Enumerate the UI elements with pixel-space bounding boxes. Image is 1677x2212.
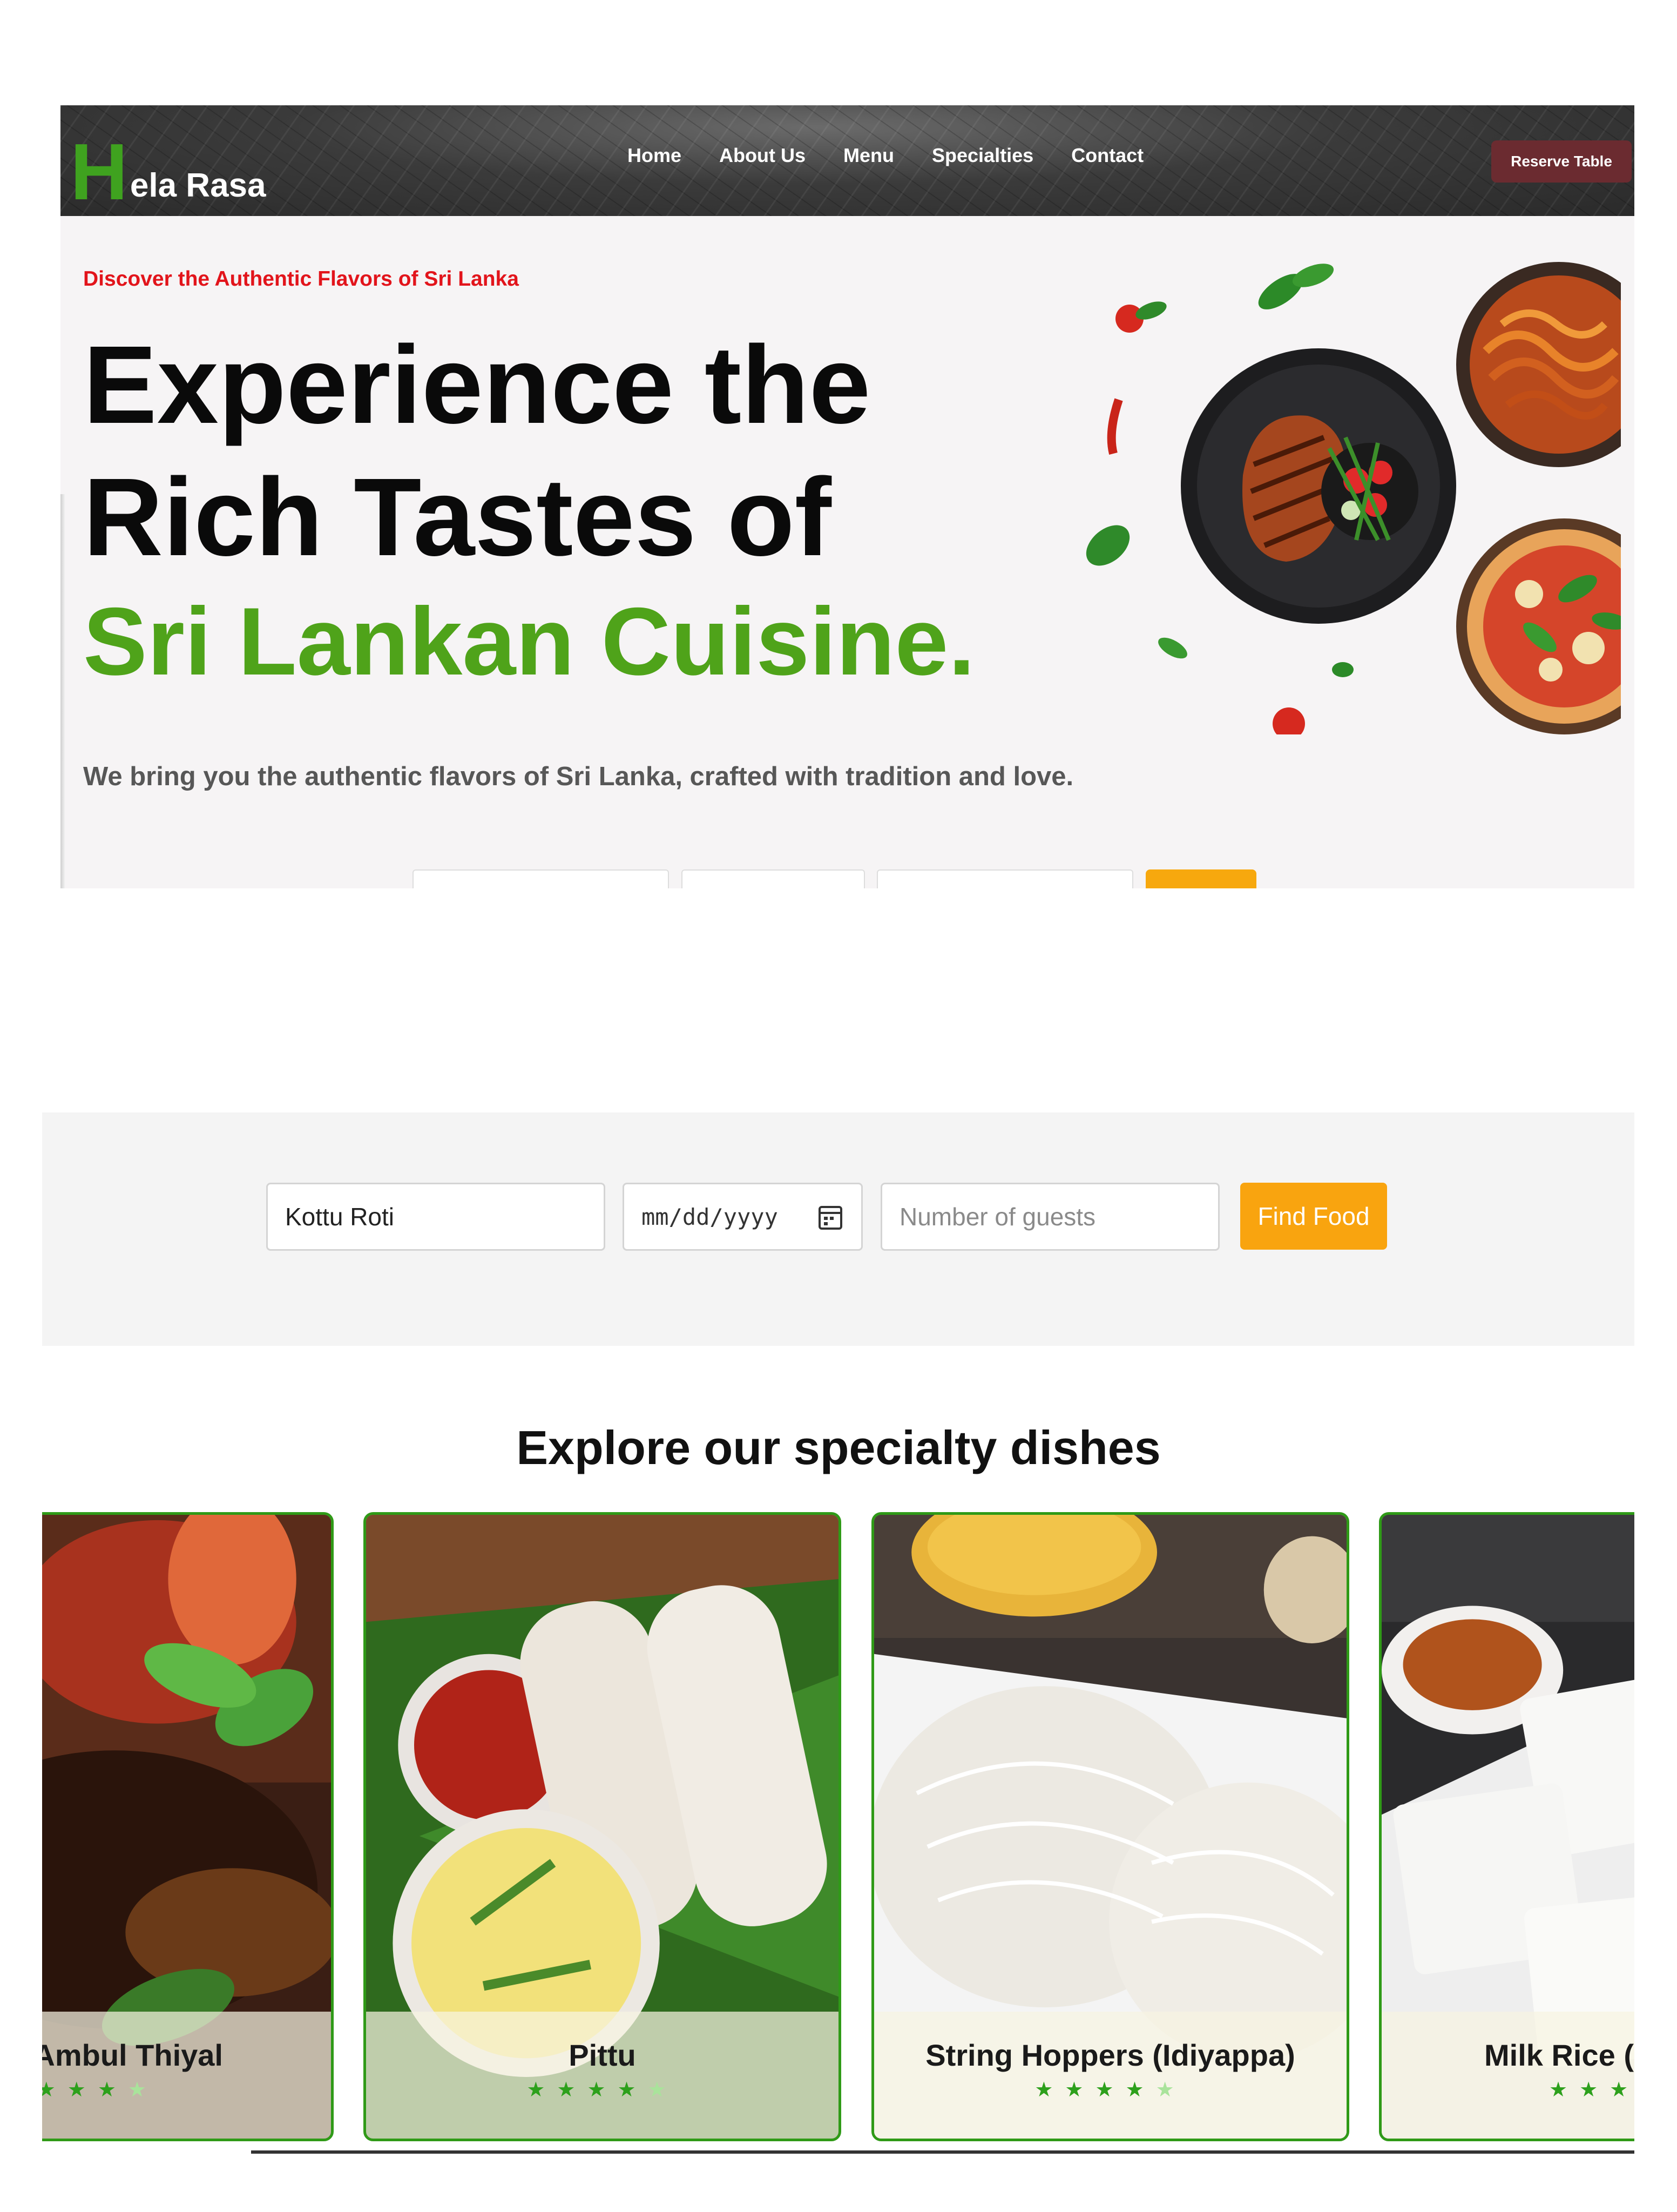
pasta-bowl bbox=[1456, 262, 1621, 467]
hero-subtitle: We bring you the authentic flavors of Sr… bbox=[83, 762, 1074, 791]
pizza bbox=[1456, 518, 1621, 734]
guests-input-placeholder: Number of guests bbox=[900, 1203, 1096, 1231]
dish-card[interactable]: Pittu ★★★★★ bbox=[363, 1512, 841, 2141]
dish-input[interactable]: Kottu Roti bbox=[266, 1183, 605, 1251]
hero-dish-input-cropped[interactable] bbox=[413, 869, 669, 888]
dish-card[interactable]: String Hoppers (Idiyappa) ★★★★★ bbox=[871, 1512, 1349, 2141]
find-food-button[interactable]: Find Food bbox=[1240, 1183, 1387, 1250]
hero-food-image bbox=[1086, 262, 1621, 734]
specialties-title: Explore our specialty dishes bbox=[516, 1421, 1161, 1474]
divider bbox=[60, 494, 65, 888]
dish-input-value: Kottu Roti bbox=[285, 1203, 394, 1231]
hero-date-input-cropped[interactable] bbox=[681, 869, 865, 888]
dish-caption: Pittu ★★★★★ bbox=[366, 2012, 838, 2139]
hero-section: H ela Rasa Home About Us Menu Specialtie… bbox=[60, 105, 1634, 888]
star-icon: ★★★★★ bbox=[42, 2078, 158, 2101]
nav-link-specialties[interactable]: Specialties bbox=[932, 144, 1033, 167]
reserve-table-button[interactable]: Reserve Table bbox=[1491, 140, 1632, 183]
steak-plate bbox=[1181, 348, 1456, 624]
dish-name: String Hoppers (Idiyappa) bbox=[925, 2038, 1295, 2072]
hero-find-button-cropped[interactable] bbox=[1146, 869, 1256, 888]
nav-links: Home About Us Menu Specialties Contact bbox=[627, 144, 1144, 167]
star-icon: ★★★★★ bbox=[526, 2078, 678, 2101]
dish-name: Milk Rice (K bbox=[1484, 2038, 1634, 2072]
dish-name: Pittu bbox=[569, 2038, 636, 2072]
guests-input[interactable]: Number of guests bbox=[881, 1183, 1220, 1251]
star-icon: ★★★★★ bbox=[1034, 2078, 1186, 2101]
dish-carousel[interactable]: Ambul Thiyal ★★★★★ Pittu ★★★★★ bbox=[42, 1512, 1634, 2144]
dish-caption: Milk Rice (K ★★★★★ bbox=[1382, 2012, 1634, 2139]
dish-caption: String Hoppers (Idiyappa) ★★★★★ bbox=[874, 2012, 1347, 2139]
headline-line-1: Experience the bbox=[83, 323, 871, 447]
dish-card[interactable]: Milk Rice (K ★★★★★ bbox=[1379, 1512, 1634, 2141]
logo-initial: H bbox=[70, 127, 128, 217]
dish-caption: Ambul Thiyal ★★★★★ bbox=[42, 2012, 331, 2139]
search-section: Kottu Roti mm/dd/yyyy Number of guests F… bbox=[42, 1112, 1634, 1346]
logo-text: ela Rasa bbox=[130, 167, 266, 204]
date-input-placeholder: mm/dd/yyyy bbox=[641, 1203, 778, 1230]
headline-line-3: Sri Lankan Cuisine. bbox=[83, 588, 975, 695]
nav-link-contact[interactable]: Contact bbox=[1071, 144, 1144, 167]
headline-line-2: Rich Tastes of bbox=[83, 455, 831, 579]
nav-link-menu[interactable]: Menu bbox=[843, 144, 894, 167]
hero-headline: Experience the Rich Tastes of bbox=[83, 319, 870, 583]
dish-card[interactable]: Ambul Thiyal ★★★★★ bbox=[42, 1512, 334, 2141]
nav-link-home[interactable]: Home bbox=[627, 144, 681, 167]
nav-link-about[interactable]: About Us bbox=[719, 144, 806, 167]
hero-guests-input-cropped[interactable] bbox=[877, 869, 1133, 888]
logo[interactable]: H ela Rasa bbox=[70, 115, 266, 212]
star-icon: ★★★★★ bbox=[1549, 2078, 1634, 2101]
calendar-icon[interactable] bbox=[818, 1204, 843, 1231]
navbar: H ela Rasa Home About Us Menu Specialtie… bbox=[60, 105, 1634, 216]
dish-name: Ambul Thiyal bbox=[42, 2038, 223, 2072]
hero-eyebrow: Discover the Authentic Flavors of Sri La… bbox=[83, 267, 519, 291]
date-input[interactable]: mm/dd/yyyy bbox=[623, 1183, 863, 1251]
carousel-scrollbar[interactable] bbox=[251, 2150, 1634, 2154]
